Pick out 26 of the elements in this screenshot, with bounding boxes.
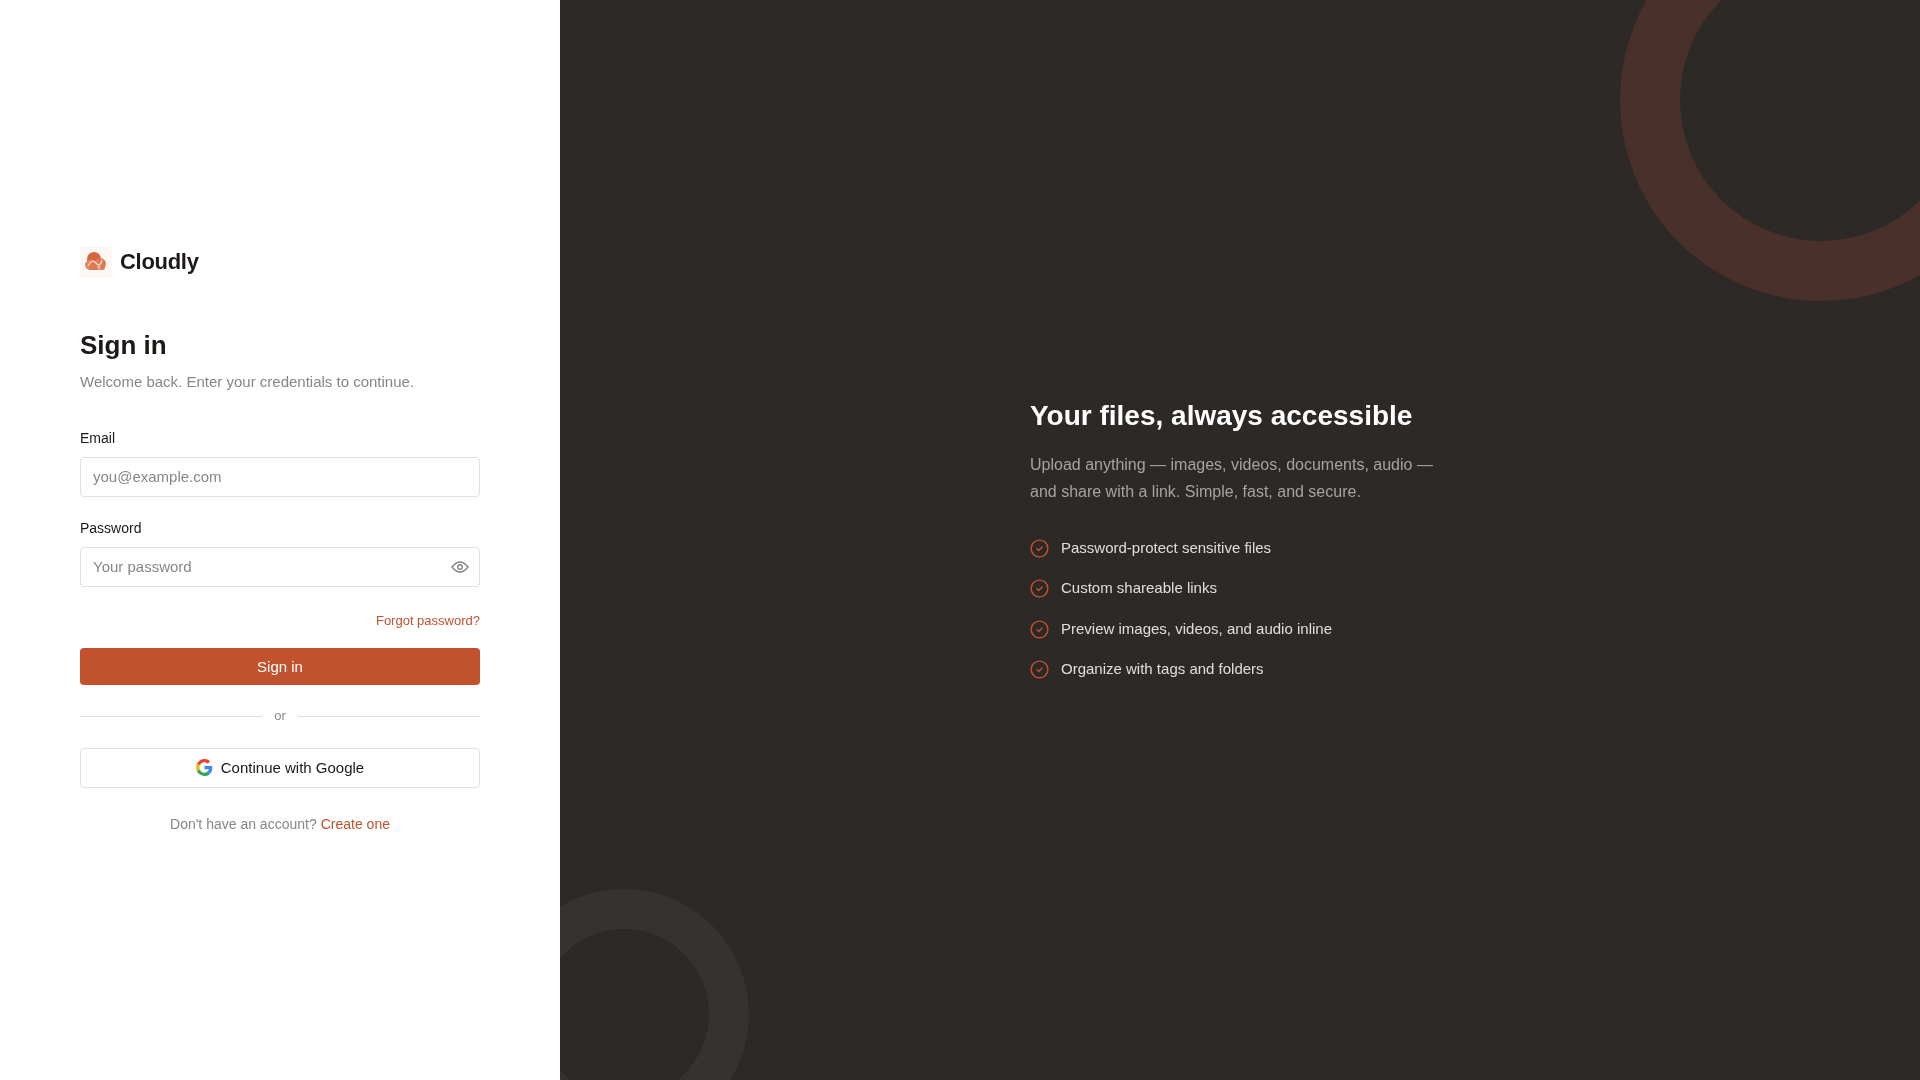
- subtitle: Welcome back. Enter your credentials to continue.: [80, 372, 416, 393]
- password-field[interactable]: Your password: [80, 546, 480, 587]
- feature-item: Organize with tags and folders: [1061, 659, 1264, 680]
- create-account-link[interactable]: Create one: [320, 813, 390, 835]
- check-circle-icon: [1030, 619, 1049, 639]
- check-circle-icon: [1030, 660, 1049, 680]
- sign-in-button[interactable]: Sign in: [80, 648, 480, 686]
- eye-icon[interactable]: [451, 559, 469, 574]
- google-g-icon: [195, 759, 213, 777]
- page-title: Sign in: [80, 330, 168, 362]
- signup-prompt: Don't have an account?: [170, 814, 317, 834]
- check-circle-icon: [1030, 538, 1049, 558]
- feature-item: Password-protect sensitive files: [1061, 537, 1272, 558]
- feature-item: Preview images, videos, and audio inline: [1061, 618, 1332, 639]
- promo-text: Upload anything — images, videos, documents, audio — and share with a link. Simple, fast, and secure.: [1030, 454, 1434, 502]
- google-button[interactable]: Continue with Google: [80, 747, 480, 788]
- email-field[interactable]: you@example.com: [80, 456, 480, 497]
- brand-name: Cloudly: [120, 248, 199, 277]
- promo-title: Your files, always accessible: [1030, 399, 1414, 433]
- feature-item: Custom shareable links: [1061, 578, 1217, 599]
- forgot-password-link[interactable]: Forgot password?: [375, 610, 480, 631]
- field-label: Password: [80, 518, 143, 538]
- cloud-logo-icon: [80, 245, 112, 278]
- check-circle-icon: [1030, 579, 1049, 599]
- divider-text: or: [273, 707, 287, 726]
- field-label: Email: [80, 428, 116, 448]
